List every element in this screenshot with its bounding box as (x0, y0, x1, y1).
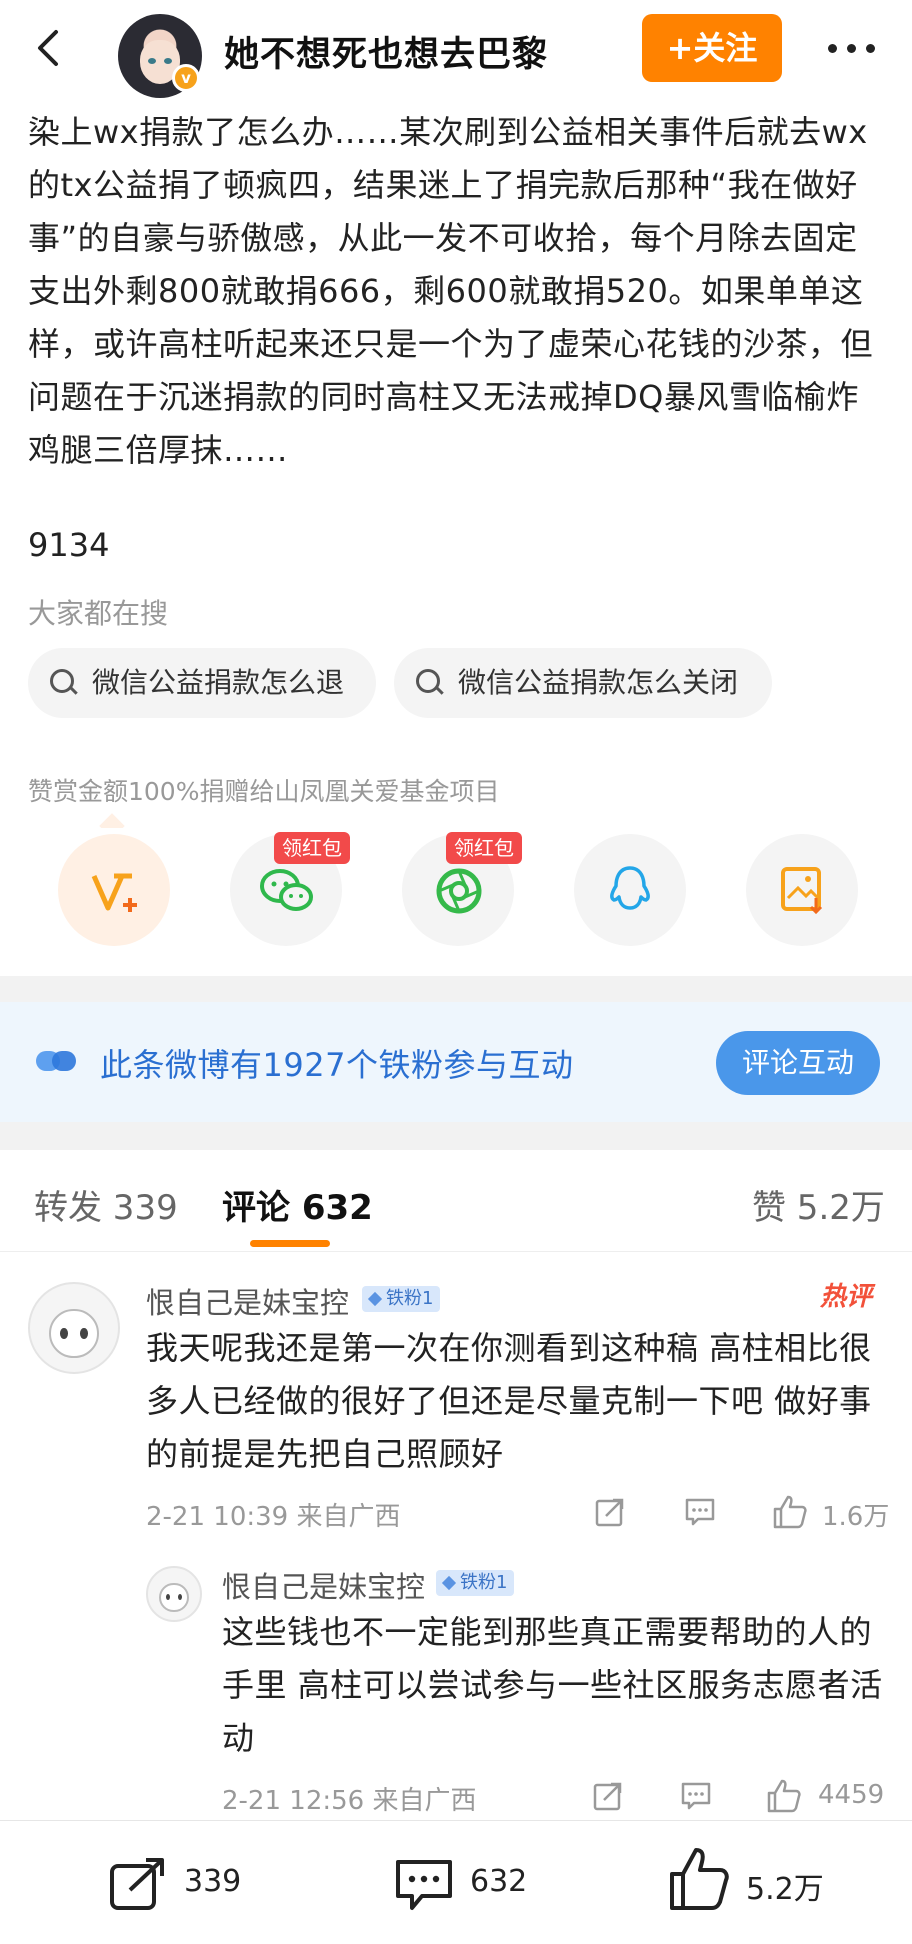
commenter-name[interactable]: 恨自己是妹宝控 (146, 1280, 349, 1322)
repost-icon[interactable] (108, 1856, 168, 1912)
commenter-avatar[interactable] (146, 1566, 202, 1622)
follow-button[interactable]: +关注 (642, 14, 782, 82)
trending-search-label: 大家都在搜 (28, 597, 169, 630)
commenter-avatar[interactable] (28, 1282, 120, 1374)
tabs-divider (0, 1251, 912, 1252)
section-divider (0, 976, 912, 1002)
back-arrow-icon[interactable] (28, 26, 72, 70)
qq-icon (610, 866, 650, 910)
comment-count[interactable]: 632 (470, 1864, 527, 1899)
fan-level-badge: 铁粉1 (362, 1286, 441, 1312)
active-tab-indicator (250, 1240, 330, 1247)
fan-level-badge: 铁粉1 (436, 1570, 515, 1596)
comment-meta: 2-21 10:39 来自广西 (146, 1502, 401, 1532)
like-icon[interactable] (772, 1494, 808, 1530)
comment-icon[interactable] (394, 1856, 454, 1912)
search-chip[interactable]: 微信公益捐款怎么关闭 (394, 648, 772, 718)
more-options-icon[interactable] (822, 30, 882, 66)
post-number: 9134 (28, 526, 110, 564)
tab-likes[interactable]: 赞 5.2万 (752, 1180, 885, 1229)
like-count: 1.6万 (822, 1502, 890, 1532)
verified-badge-icon: v (172, 64, 200, 92)
share-qq-button[interactable] (574, 834, 686, 946)
comment-interact-button[interactable]: 评论互动 (716, 1031, 880, 1095)
post-text: 染上wx捐款了怎么办……某次刷到公益相关事件后就去wx的tx公益捐了顿疯四，结果… (28, 113, 874, 469)
selected-pointer (98, 812, 128, 828)
fans-banner-text: 此条微博有1927个铁粉参与互动 (100, 1046, 574, 1084)
red-packet-tag: 领红包 (274, 832, 350, 864)
tab-repost[interactable]: 转发 339 (34, 1180, 178, 1229)
tab-comments[interactable]: 评论 632 (222, 1180, 373, 1229)
search-chip[interactable]: 微信公益捐款怎么退 (28, 648, 376, 718)
red-packet-tag: 领红包 (446, 832, 522, 864)
repost-icon[interactable] (592, 1780, 624, 1812)
author-name[interactable]: 她不想死也想去巴黎 (224, 26, 548, 77)
section-divider (0, 1122, 912, 1150)
reward-v-icon (91, 873, 137, 912)
comment-text: 这些钱也不一定能到那些真正需要帮助的人的手里 高柱可以尝试参与一些社区服务志愿者… (222, 1613, 883, 1757)
save-image-button[interactable] (746, 834, 858, 946)
like-count: 4459 (818, 1780, 885, 1810)
search-icon (50, 669, 74, 693)
search-chip-label: 微信公益捐款怎么退 (92, 666, 345, 699)
comment-text: 我天呢我还是第一次在你测看到这种稿 高柱相比很多人已经做的很好了但还是尽量克制一… (146, 1329, 872, 1473)
like-count[interactable]: 5.2万 (746, 1864, 824, 1908)
comment-icon[interactable] (684, 1496, 716, 1528)
moments-icon (436, 868, 482, 914)
save-image-icon (781, 867, 823, 915)
reward-button[interactable] (58, 834, 170, 946)
repost-icon[interactable] (594, 1496, 626, 1528)
reward-note: 赞赏金额100%捐赠给山凤凰关爱基金项目 (28, 777, 500, 806)
comment-meta: 2-21 12:56 来自广西 (222, 1786, 477, 1816)
search-chip-label: 微信公益捐款怎么关闭 (458, 666, 739, 699)
like-icon[interactable] (766, 1778, 802, 1814)
fans-interaction-icon (36, 1051, 76, 1071)
comment-icon[interactable] (680, 1780, 712, 1812)
hot-comment-badge: 热评 (820, 1282, 873, 1312)
wechat-icon (260, 869, 313, 911)
commenter-name[interactable]: 恨自己是妹宝控 (222, 1564, 425, 1606)
repost-count[interactable]: 339 (184, 1864, 241, 1899)
search-icon (416, 669, 440, 693)
like-icon[interactable] (668, 1846, 730, 1912)
